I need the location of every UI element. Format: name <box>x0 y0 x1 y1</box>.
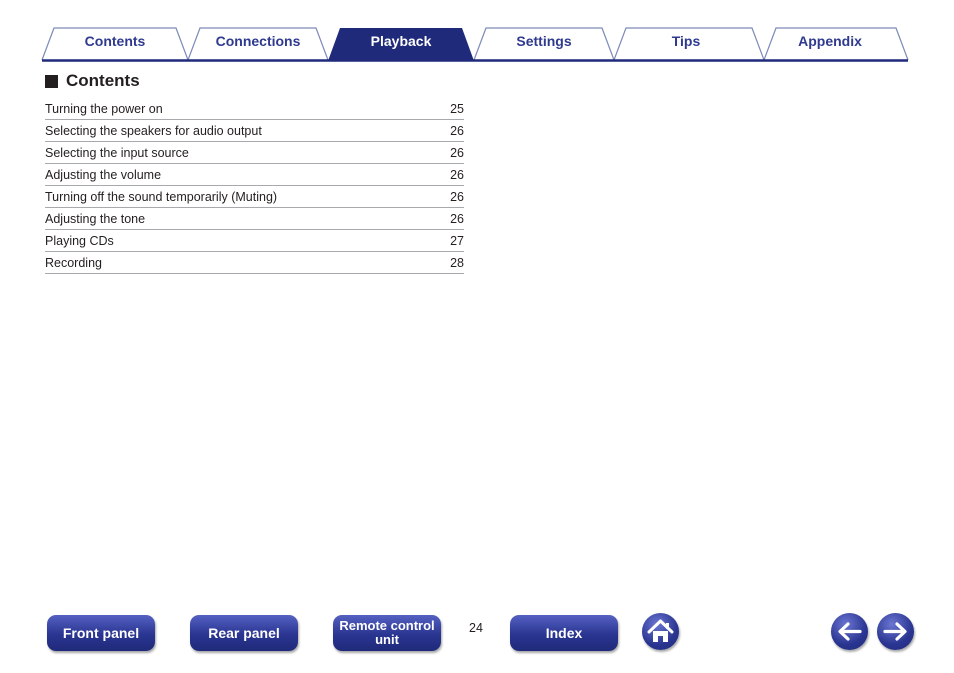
toc-item-page: 26 <box>450 167 464 182</box>
toc-item-label: Selecting the speakers for audio output <box>45 123 262 138</box>
toc-item-label: Turning off the sound temporarily (Mutin… <box>45 189 278 204</box>
square-bullet-icon <box>45 74 58 88</box>
toc-item-page: 25 <box>450 101 464 116</box>
back-button[interactable] <box>831 613 868 650</box>
remote-control-label-line2: unit <box>375 632 399 647</box>
page-number: 24 <box>469 621 483 635</box>
arrow-left-icon <box>838 622 862 641</box>
tab-settings[interactable]: Settings <box>484 33 604 49</box>
toc-item-tone[interactable]: Adjusting the tone 26 <box>45 208 464 230</box>
toc-item-label: Recording <box>45 255 102 270</box>
toc-item-label: Selecting the input source <box>45 145 189 160</box>
tab-outlines <box>41 27 909 62</box>
remote-control-label-line1: Remote control <box>339 618 435 633</box>
tab-bar: Contents Connections Playback Settings T… <box>0 0 954 64</box>
home-icon <box>647 619 674 642</box>
rear-panel-button[interactable]: Rear panel <box>190 615 298 651</box>
contents-list: Turning the power on 25 Selecting the sp… <box>45 98 464 274</box>
front-panel-label: Front panel <box>62 625 140 641</box>
remote-control-unit-button[interactable]: Remote control unit <box>333 615 441 651</box>
forward-button[interactable] <box>877 613 914 650</box>
tab-appendix[interactable]: Appendix <box>770 33 890 49</box>
toc-item-muting[interactable]: Turning off the sound temporarily (Mutin… <box>45 186 464 208</box>
home-button[interactable] <box>642 613 679 650</box>
section-heading: Contents <box>45 70 140 92</box>
toc-item-label: Playing CDs <box>45 233 114 248</box>
tab-tips[interactable]: Tips <box>626 33 746 49</box>
rear-panel-label: Rear panel <box>208 625 280 641</box>
toc-item-page: 26 <box>450 145 464 160</box>
tab-contents[interactable]: Contents <box>54 33 176 49</box>
toc-item-page: 26 <box>450 123 464 138</box>
toc-item-page: 26 <box>450 211 464 226</box>
toc-item-speakers[interactable]: Selecting the speakers for audio output … <box>45 120 464 142</box>
toc-item-volume[interactable]: Adjusting the volume 26 <box>45 164 464 186</box>
toc-item-input-source[interactable]: Selecting the input source 26 <box>45 142 464 164</box>
index-button[interactable]: Index <box>510 615 618 651</box>
toc-item-playing-cds[interactable]: Playing CDs 27 <box>45 230 464 252</box>
toc-item-recording[interactable]: Recording 28 <box>45 252 464 274</box>
index-label: Index <box>545 625 583 641</box>
toc-item-power-on[interactable]: Turning the power on 25 <box>45 98 464 120</box>
toc-item-label: Adjusting the volume <box>45 167 162 182</box>
front-panel-button[interactable]: Front panel <box>47 615 155 651</box>
toc-item-label: Adjusting the tone <box>45 211 146 226</box>
arrow-right-icon <box>883 622 907 641</box>
toc-item-page: 27 <box>450 233 464 248</box>
tab-connections[interactable]: Connections <box>197 33 319 49</box>
toc-item-page: 28 <box>450 255 464 270</box>
page-title: Contents <box>66 71 140 90</box>
toc-item-label: Turning the power on <box>45 101 163 116</box>
tab-playback[interactable]: Playback <box>340 33 462 49</box>
toc-item-page: 26 <box>450 189 464 204</box>
